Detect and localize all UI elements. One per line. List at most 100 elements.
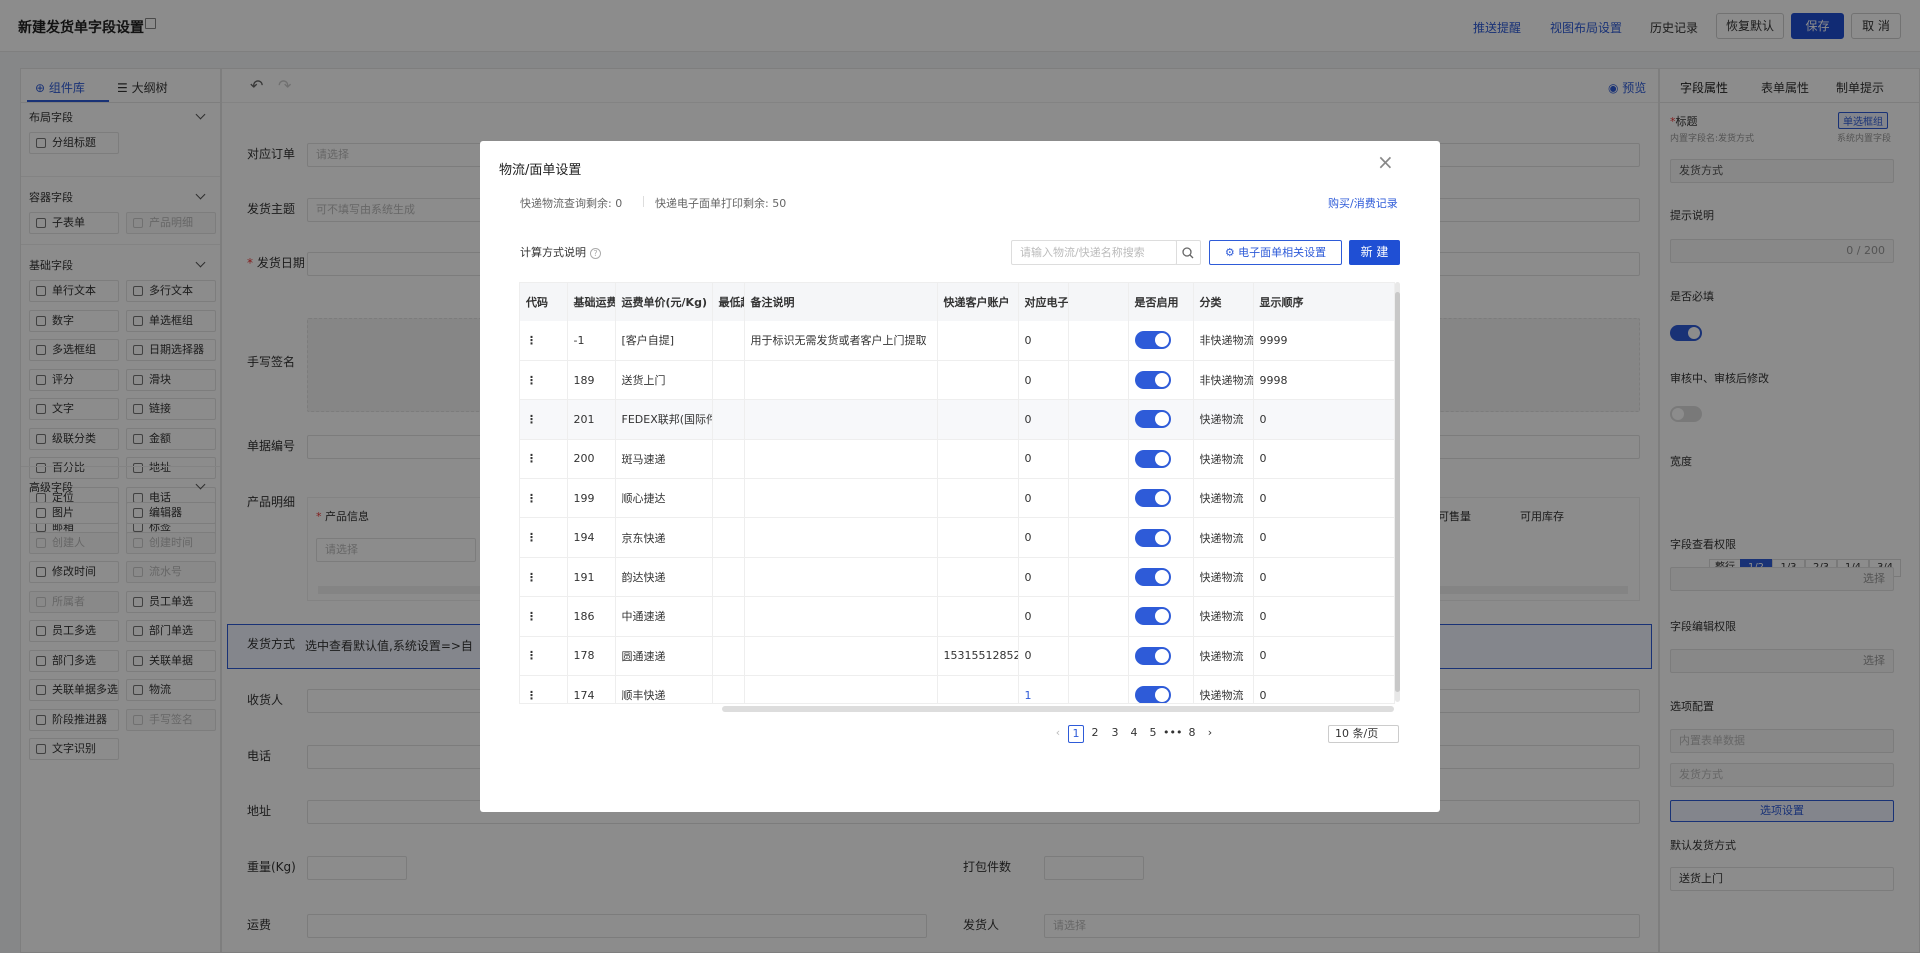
page-button[interactable]: 5 — [1145, 725, 1161, 743]
table-row[interactable]: ⋮ 201 FEDEX联邦(国际件) 0 快递物流 0 — [520, 399, 1394, 440]
min-fee-cell — [712, 517, 745, 558]
min-fee-cell — [712, 596, 745, 637]
name-cell: 京东快递 — [615, 517, 713, 558]
code-cell: 174 — [567, 675, 616, 703]
order-cell: 9999 — [1253, 321, 1394, 361]
table-row[interactable]: ⋮ 200 斑马速递 0 快递物流 0 — [520, 439, 1394, 480]
spacer-cell — [1068, 517, 1129, 558]
enabled-toggle[interactable] — [1134, 371, 1171, 390]
enabled-toggle[interactable] — [1134, 528, 1171, 547]
note-cell — [744, 478, 938, 519]
enabled-toggle[interactable] — [1134, 607, 1171, 626]
row-actions-icon[interactable]: ⋮ — [520, 321, 568, 361]
row-actions-icon[interactable]: ⋮ — [520, 557, 568, 598]
min-fee-cell — [712, 399, 745, 440]
category-cell: 快递物流 — [1193, 478, 1254, 519]
row-actions-icon[interactable]: ⋮ — [520, 360, 568, 401]
order-cell: 0 — [1253, 399, 1394, 440]
spacer-cell — [1068, 439, 1129, 480]
toggle-knob — [1154, 412, 1169, 427]
next-page-icon[interactable]: › — [1204, 725, 1216, 743]
page-button[interactable]: 2 — [1087, 725, 1103, 743]
category-cell: 快递物流 — [1193, 636, 1254, 677]
name-cell: 圆通速递 — [615, 636, 713, 677]
enabled-toggle[interactable] — [1134, 331, 1171, 350]
templates-cell: 0 — [1018, 478, 1069, 519]
table-row[interactable]: ⋮ 194 京东快递 0 快递物流 0 — [520, 517, 1394, 558]
code-cell: 200 — [567, 439, 616, 480]
query-quota: 快递物流查询剩余: 0 — [520, 197, 623, 210]
enabled-toggle[interactable] — [1134, 686, 1171, 703]
enabled-cell — [1128, 439, 1194, 480]
note-cell — [744, 360, 938, 401]
logistics-table: 代码基础运费运费单价(元/Kg)最低起运费备注说明快递客户账户对应电子面单模板数… — [519, 282, 1395, 704]
row-actions-icon[interactable]: ⋮ — [520, 399, 568, 440]
table-row[interactable]: ⋮ 186 中通速递 0 快递物流 0 — [520, 596, 1394, 637]
templates-cell: 0 — [1018, 517, 1069, 558]
spacer-cell — [1068, 360, 1129, 401]
toggle-knob — [1154, 609, 1169, 624]
search-input[interactable]: 请输入物流/快递名称搜索 — [1011, 240, 1177, 265]
new-button[interactable]: 新 建 — [1349, 240, 1400, 265]
toggle-knob — [1154, 530, 1169, 545]
enabled-cell — [1128, 321, 1194, 361]
row-actions-icon[interactable]: ⋮ — [520, 675, 568, 703]
purchase-records-link[interactable]: 购买/消费记录 — [1328, 195, 1398, 211]
close-icon[interactable]: × — [1377, 152, 1394, 172]
enabled-toggle[interactable] — [1134, 646, 1171, 665]
enabled-toggle[interactable] — [1134, 449, 1171, 468]
enabled-toggle[interactable] — [1134, 568, 1171, 587]
toggle-knob — [1154, 491, 1169, 506]
page-size-select[interactable]: 10 条/页 — [1328, 725, 1399, 743]
row-actions-icon[interactable]: ⋮ — [520, 439, 568, 480]
column-header: 对应电子面单模板数量 — [1018, 283, 1069, 321]
note-cell — [744, 517, 938, 558]
order-cell: 0 — [1253, 596, 1394, 637]
name-cell: 顺心捷达 — [615, 478, 713, 519]
note-cell — [744, 636, 938, 677]
spacer-cell — [1068, 399, 1129, 440]
table-vertical-scrollbar[interactable] — [1395, 282, 1400, 702]
toggle-knob — [1154, 373, 1169, 388]
page-button[interactable]: 3 — [1107, 725, 1123, 743]
search-icon[interactable] — [1176, 240, 1201, 265]
prev-page-icon[interactable]: ‹ — [1052, 725, 1064, 743]
templates-cell: 0 — [1018, 439, 1069, 480]
min-fee-cell — [712, 360, 745, 401]
page-button[interactable]: 4 — [1126, 725, 1142, 743]
column-header — [1068, 283, 1129, 321]
enabled-toggle[interactable] — [1134, 489, 1171, 508]
table-row[interactable]: ⋮ 189 送货上门 0 非快递物流 9998 — [520, 360, 1394, 401]
page-button[interactable]: 1 — [1068, 725, 1084, 743]
name-cell: 中通速递 — [615, 596, 713, 637]
page-button[interactable]: ••• — [1163, 725, 1182, 743]
column-header: 分类 — [1193, 283, 1254, 321]
enabled-cell — [1128, 557, 1194, 598]
table-row[interactable]: ⋮ 199 顺心捷达 0 快递物流 0 — [520, 478, 1394, 519]
order-cell: 0 — [1253, 478, 1394, 519]
column-header: 是否启用 — [1128, 283, 1194, 321]
spacer-cell — [1068, 596, 1129, 637]
row-actions-icon[interactable]: ⋮ — [520, 478, 568, 519]
enabled-cell — [1128, 596, 1194, 637]
calc-method[interactable]: 计算方式说明? — [520, 244, 601, 260]
table-row[interactable]: ⋮ 191 韵达快递 0 快递物流 0 — [520, 557, 1394, 598]
table-row[interactable]: ⋮ 174 顺丰快递 1 快递物流 0 — [520, 675, 1394, 703]
table-row[interactable]: ⋮ 178 圆通速递 15315512852 0 快递物流 0 — [520, 636, 1394, 677]
code-cell: -1 — [567, 321, 616, 361]
table-horizontal-scrollbar[interactable] — [722, 706, 1394, 712]
enabled-cell — [1128, 675, 1194, 703]
row-actions-icon[interactable]: ⋮ — [520, 517, 568, 558]
column-header: 显示顺序 — [1253, 283, 1394, 321]
row-actions-icon[interactable]: ⋮ — [520, 596, 568, 637]
templates-cell[interactable]: 1 — [1018, 675, 1069, 703]
page-button[interactable]: 8 — [1184, 725, 1200, 743]
column-header: 备注说明 — [744, 283, 938, 321]
note-cell — [744, 675, 938, 703]
table-row[interactable]: ⋮ -1 [客户自提] 用于标识无需发货或者客户上门提取 0 非快递物流 9999 — [520, 321, 1394, 361]
eorder-settings-button[interactable]: ⚙ 电子面单相关设置 — [1209, 240, 1342, 265]
enabled-toggle[interactable] — [1134, 410, 1171, 429]
code-cell: 199 — [567, 478, 616, 519]
templates-cell: 0 — [1018, 557, 1069, 598]
row-actions-icon[interactable]: ⋮ — [520, 636, 568, 677]
